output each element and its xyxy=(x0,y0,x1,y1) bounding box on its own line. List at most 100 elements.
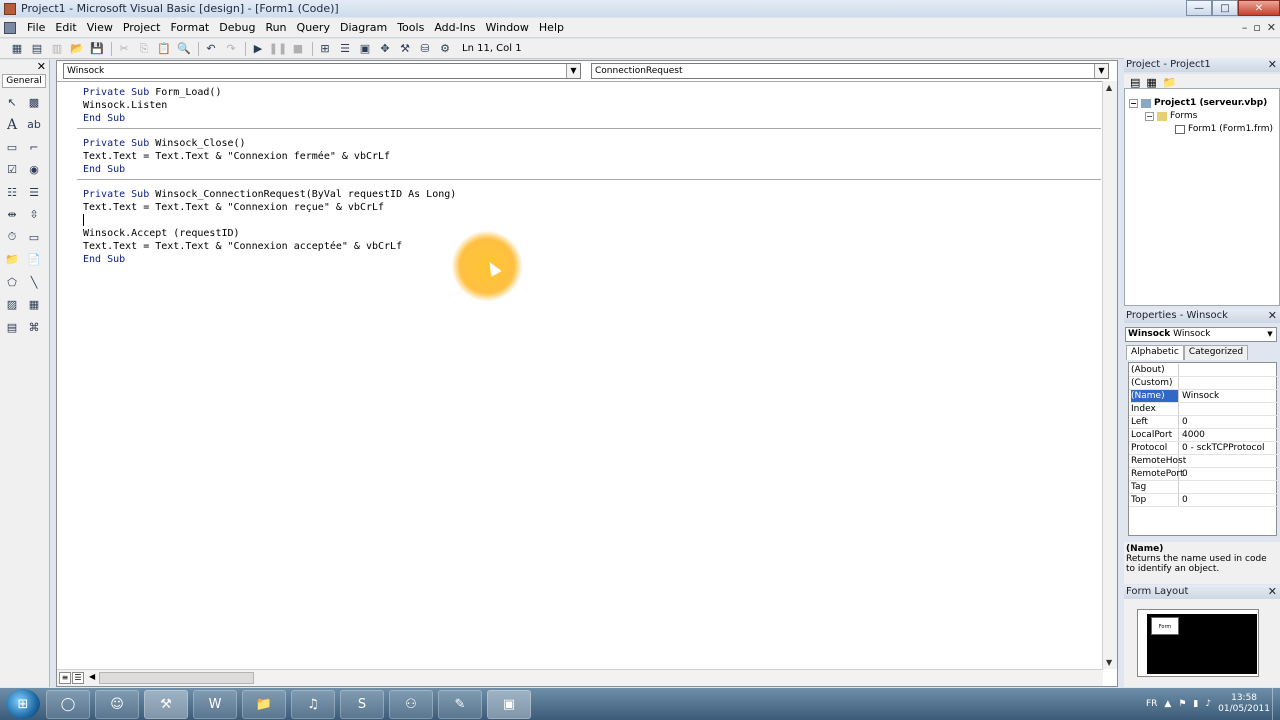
menu-add-ins[interactable]: Add-Ins xyxy=(429,21,480,34)
data-view-icon[interactable]: ⛁ xyxy=(416,41,434,57)
property-row[interactable]: RemoteHost xyxy=(1129,455,1277,468)
combobox-tool-icon[interactable]: ☷ xyxy=(3,183,21,201)
project-close-icon[interactable]: ✕ xyxy=(1268,58,1277,72)
property-value[interactable]: 4000 xyxy=(1182,429,1205,441)
chevron-down-icon[interactable]: ▼ xyxy=(566,64,580,78)
properties-close-icon[interactable]: ✕ xyxy=(1268,309,1277,323)
object-combo[interactable]: Winsock ▼ xyxy=(63,63,581,79)
code-line[interactable]: Text.Text = Text.Text & "Connexion fermé… xyxy=(83,150,390,163)
tray-expand-icon[interactable]: ▲ xyxy=(1164,699,1171,709)
clock[interactable]: 13:58 01/05/2011 xyxy=(1218,693,1270,715)
open-icon[interactable]: 📂 xyxy=(68,41,86,57)
property-value[interactable]: 0 xyxy=(1182,416,1188,428)
mdi-restore-button[interactable]: ▫ xyxy=(1253,21,1260,34)
data-tool-icon[interactable]: ▦ xyxy=(25,296,43,314)
form-layout-icon[interactable]: ▣ xyxy=(356,41,374,57)
vb-taskbar-icon[interactable]: ⚒ xyxy=(144,689,188,719)
checkbox-tool-icon[interactable]: ☑ xyxy=(3,161,21,179)
collapse-icon[interactable]: − xyxy=(1129,98,1138,108)
dirlistbox-tool-icon[interactable]: 📁 xyxy=(3,251,21,269)
property-row[interactable]: Top 0 xyxy=(1129,494,1277,507)
view-code-icon[interactable]: ▤ xyxy=(1130,76,1140,89)
action-center-icon[interactable]: ⚑ xyxy=(1178,699,1186,709)
toolbox-icon[interactable]: ⚒ xyxy=(396,41,414,57)
app-taskbar-icon[interactable]: ▣ xyxy=(487,689,531,719)
add-project-icon[interactable]: ▦ xyxy=(8,41,26,57)
scroll-up-icon[interactable]: ▲ xyxy=(1106,83,1112,92)
code-window-icon[interactable] xyxy=(4,21,16,34)
pointer-tool-icon[interactable]: ↖ xyxy=(3,93,21,111)
network-icon[interactable]: ▮ xyxy=(1193,699,1198,709)
menu-file[interactable]: File xyxy=(22,21,50,34)
commandbutton-tool-icon[interactable]: ⌐ xyxy=(25,138,43,156)
collapse-icon[interactable]: − xyxy=(1145,111,1154,121)
property-value[interactable]: 0 - sckTCPProtocol xyxy=(1182,442,1265,454)
property-value[interactable]: Winsock xyxy=(1182,390,1219,402)
itunes-taskbar-icon[interactable]: ♫ xyxy=(291,689,335,719)
menu-run[interactable]: Run xyxy=(260,21,291,34)
code-line[interactable]: Text.Text = Text.Text & "Connexion accep… xyxy=(83,240,402,253)
toggle-folders-icon[interactable]: 📁 xyxy=(1163,76,1177,89)
network-taskbar-icon[interactable]: ⚇ xyxy=(389,689,433,719)
menu-debug[interactable]: Debug xyxy=(214,21,260,34)
skype-taskbar-icon[interactable]: S xyxy=(340,689,384,719)
frame-tool-icon[interactable]: ▭ xyxy=(3,138,21,156)
scroll-left-icon[interactable]: ◀ xyxy=(89,672,95,681)
start-icon[interactable]: ▶ xyxy=(249,41,267,57)
menu-query[interactable]: Query xyxy=(292,21,335,34)
menu-window[interactable]: Window xyxy=(481,21,534,34)
property-row[interactable]: Protocol 0 - sckTCPProtocol xyxy=(1129,442,1277,455)
chevron-down-icon[interactable]: ▼ xyxy=(1264,328,1276,341)
tab-categorized[interactable]: Categorized xyxy=(1183,345,1249,360)
property-row[interactable]: RemotePort 0 xyxy=(1129,468,1277,481)
minimize-button[interactable]: — xyxy=(1186,0,1212,16)
code-line[interactable]: End Sub xyxy=(83,163,125,176)
show-desktop-button[interactable] xyxy=(1272,688,1280,720)
tree-form1-item[interactable]: Form1 (Form1.frm) xyxy=(1175,124,1273,134)
code-line[interactable]: End Sub xyxy=(83,112,125,125)
redo-icon[interactable]: ↷ xyxy=(222,41,240,57)
code-editor[interactable]: Private Sub Form_Load() Winsock.Listen E… xyxy=(57,81,1103,669)
property-row[interactable]: LocalPort 4000 xyxy=(1129,429,1277,442)
word-taskbar-icon[interactable]: W xyxy=(193,689,237,719)
code-line[interactable]: Winsock.Listen xyxy=(83,99,167,112)
mdi-minimize-button[interactable]: – xyxy=(1242,21,1248,34)
procedure-combo[interactable]: ConnectionRequest ▼ xyxy=(591,63,1109,79)
tree-forms-folder[interactable]: − Forms xyxy=(1145,111,1197,121)
shape-tool-icon[interactable]: ⬠ xyxy=(3,273,21,291)
code-line[interactable]: Private Sub Form_Load() xyxy=(83,86,221,99)
scroll-thumb[interactable] xyxy=(99,672,254,684)
code-line[interactable]: Private Sub Winsock_ConnectionRequest(By… xyxy=(83,188,456,201)
volume-icon[interactable]: ♪ xyxy=(1205,699,1211,709)
explorer-taskbar-icon[interactable]: 📁 xyxy=(242,689,286,719)
add-form-icon[interactable]: ▤ xyxy=(28,41,46,57)
menu-diagram[interactable]: Diagram xyxy=(335,21,392,34)
line-tool-icon[interactable]: ╲ xyxy=(25,273,43,291)
cut-icon[interactable]: ✂ xyxy=(115,41,133,57)
form-position-preview[interactable]: Form xyxy=(1151,617,1179,635)
drivelistbox-tool-icon[interactable]: ▭ xyxy=(25,228,43,246)
start-button[interactable]: ⊞ xyxy=(6,689,40,719)
end-icon[interactable]: ■ xyxy=(289,41,307,57)
menu-format[interactable]: Format xyxy=(165,21,214,34)
chevron-down-icon[interactable]: ▼ xyxy=(1094,64,1108,78)
properties-icon[interactable]: ☰ xyxy=(336,41,354,57)
property-row[interactable]: (Name) Winsock xyxy=(1129,390,1277,403)
code-line[interactable]: End Sub xyxy=(83,253,125,266)
optionbutton-tool-icon[interactable]: ◉ xyxy=(25,161,43,179)
property-row[interactable]: Tag xyxy=(1129,481,1277,494)
break-icon[interactable]: ❚❚ xyxy=(269,41,287,57)
opera-taskbar-icon[interactable]: ◯ xyxy=(46,689,90,719)
save-icon[interactable]: 💾 xyxy=(88,41,106,57)
filelistbox-tool-icon[interactable]: 📄 xyxy=(25,251,43,269)
code-line-caret[interactable] xyxy=(83,214,84,227)
winsock-tool-icon[interactable]: ⌘ xyxy=(25,318,43,336)
vscrollbar-tool-icon[interactable]: ⇳ xyxy=(25,206,43,224)
code-line[interactable]: Text.Text = Text.Text & "Connexion reçue… xyxy=(83,201,384,214)
label-tool-icon[interactable]: A xyxy=(3,116,21,134)
properties-object-combo[interactable]: Winsock Winsock ▼ xyxy=(1125,327,1277,342)
menu-view[interactable]: View xyxy=(82,21,118,34)
property-row[interactable]: (Custom) xyxy=(1129,377,1277,390)
language-indicator[interactable]: FR xyxy=(1146,699,1157,709)
project-explorer-icon[interactable]: ⊞ xyxy=(316,41,334,57)
